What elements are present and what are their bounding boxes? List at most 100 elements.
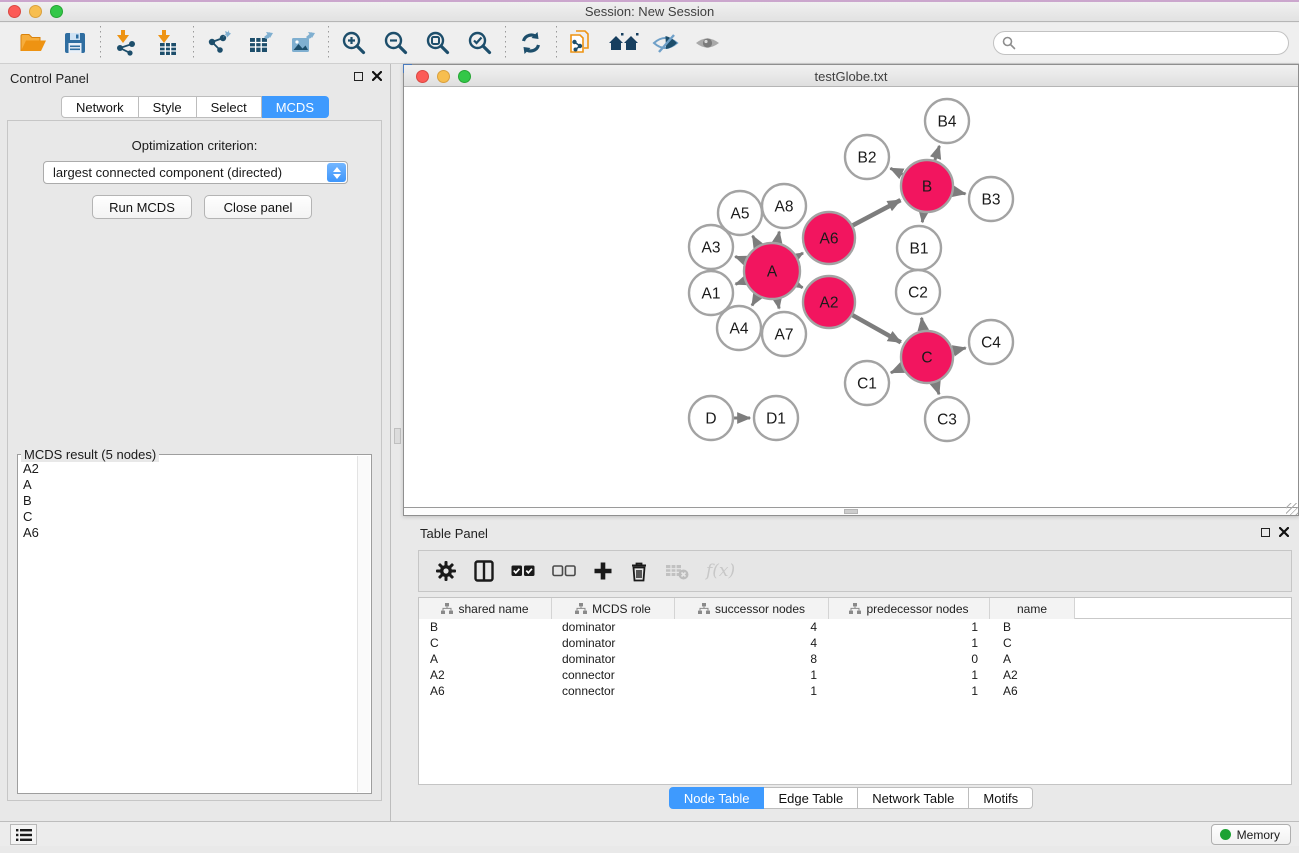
table-row[interactable]: Bdominator41B — [419, 619, 1291, 635]
close-panel-icon[interactable] — [372, 71, 382, 81]
mcds-result-item[interactable]: A2 — [21, 461, 355, 477]
table-row[interactable]: A2connector11A2 — [419, 667, 1291, 683]
graph-edge-A6-B[interactable] — [852, 200, 901, 226]
table-settings-button[interactable] — [435, 560, 457, 582]
column-header-name[interactable]: name — [990, 598, 1075, 619]
mcds-result-item[interactable]: C — [21, 509, 355, 525]
float-table-panel-icon[interactable] — [1261, 528, 1270, 537]
table-cell[interactable]: 1 — [829, 683, 990, 699]
table-select-all-columns-button[interactable] — [511, 565, 535, 577]
column-header-predecessor-nodes[interactable]: predecessor nodes — [829, 598, 990, 619]
graph-edge-A-A8[interactable] — [777, 232, 779, 244]
close-table-panel-icon[interactable] — [1279, 527, 1289, 537]
run-mcds-button[interactable]: Run MCDS — [92, 195, 192, 219]
graph-edge-A-A5[interactable] — [753, 236, 759, 247]
table-row[interactable]: Adominator80A — [419, 651, 1291, 667]
zoom-out-button[interactable] — [375, 26, 417, 60]
graph-edge-B-B3[interactable] — [953, 191, 966, 194]
zoom-fit-button[interactable] — [417, 26, 459, 60]
table-cell[interactable]: B — [990, 619, 1075, 635]
mcds-result-item[interactable]: A — [21, 477, 355, 493]
search-box[interactable] — [993, 31, 1289, 55]
save-session-button[interactable] — [54, 26, 96, 60]
column-header-successor-nodes[interactable]: successor nodes — [675, 598, 829, 619]
graph-edge-B-B2[interactable] — [890, 168, 903, 174]
table-row[interactable]: A6connector11A6 — [419, 683, 1291, 699]
graph-edge-C-C4[interactable] — [952, 348, 965, 351]
table-cell[interactable]: 4 — [675, 619, 829, 635]
table-cell[interactable]: 1 — [675, 683, 829, 699]
table-cell[interactable]: 4 — [675, 635, 829, 651]
open-session-button[interactable] — [12, 26, 54, 60]
table-add-column-button[interactable] — [593, 561, 613, 581]
column-header-MCDS-role[interactable]: MCDS role — [552, 598, 675, 619]
table-cell[interactable]: A6 — [990, 683, 1075, 699]
task-history-button[interactable] — [10, 824, 37, 845]
zoom-selected-button[interactable] — [459, 26, 501, 60]
export-network-button[interactable] — [198, 26, 240, 60]
float-panel-icon[interactable] — [354, 72, 363, 81]
graph-edge-A2-C[interactable] — [852, 315, 901, 343]
export-table-button[interactable] — [240, 26, 282, 60]
graph-edge-A-A4[interactable] — [752, 295, 758, 305]
graph-edge-C-C3[interactable] — [935, 382, 939, 395]
tab-mcds[interactable]: MCDS — [262, 96, 329, 118]
table-cell[interactable]: 1 — [829, 635, 990, 651]
tab-network-table[interactable]: Network Table — [858, 787, 969, 809]
tab-network[interactable]: Network — [61, 96, 139, 118]
table-cell[interactable]: 0 — [829, 651, 990, 667]
table-delete-columns-button[interactable] — [630, 561, 648, 582]
table-cell[interactable]: A2 — [990, 667, 1075, 683]
table-cell[interactable]: 1 — [829, 619, 990, 635]
tab-style[interactable]: Style — [139, 96, 197, 118]
network-canvas[interactable]: B4B2BB3A8A5A6A3B1AC2A1A2A4A7C4CC1DD1C3 — [404, 88, 1298, 507]
zoom-in-button[interactable] — [333, 26, 375, 60]
optimization-criterion-dropdown[interactable]: largest connected component (directed) — [43, 161, 348, 184]
refresh-layout-button[interactable] — [510, 26, 552, 60]
graph-edge-A-A3[interactable] — [735, 257, 746, 261]
show-all-button[interactable] — [687, 26, 729, 60]
table-deselect-all-columns-button[interactable] — [552, 565, 576, 577]
table-cell[interactable]: C — [990, 635, 1075, 651]
graph-edge-C-C1[interactable] — [891, 367, 903, 372]
table-cell[interactable]: 1 — [675, 667, 829, 683]
table-split-view-button[interactable] — [474, 560, 494, 582]
first-neighbors-button[interactable] — [603, 26, 645, 60]
table-cell[interactable]: A — [419, 651, 552, 667]
node-table[interactable]: shared nameMCDS rolesuccessor nodesprede… — [418, 597, 1292, 785]
graph-edge-C-C2[interactable] — [922, 318, 924, 331]
table-cell[interactable]: C — [419, 635, 552, 651]
export-image-button[interactable] — [282, 26, 324, 60]
network-resize-handle[interactable] — [1286, 503, 1298, 515]
table-cell[interactable]: 1 — [829, 667, 990, 683]
network-window-titlebar[interactable]: testGlobe.txt — [404, 65, 1298, 87]
mcds-result-item[interactable]: B — [21, 493, 355, 509]
table-cell[interactable]: dominator — [552, 635, 675, 651]
tab-select[interactable]: Select — [197, 96, 262, 118]
graph-edge-A-A1[interactable] — [736, 281, 746, 285]
mcds-result-scrollbar[interactable] — [357, 456, 370, 792]
search-input[interactable] — [1016, 34, 1288, 52]
network-divider-grip[interactable] — [844, 509, 858, 514]
table-cell[interactable]: 8 — [675, 651, 829, 667]
close-panel-button[interactable]: Close panel — [204, 195, 312, 219]
tab-edge-table[interactable]: Edge Table — [764, 787, 858, 809]
table-cell[interactable]: dominator — [552, 651, 675, 667]
table-cell[interactable]: A — [990, 651, 1075, 667]
graph-edge-B-B1[interactable] — [922, 212, 923, 222]
table-cell[interactable]: dominator — [552, 619, 675, 635]
mcds-result-item[interactable]: A6 — [21, 525, 355, 541]
table-cell[interactable]: connector — [552, 667, 675, 683]
graph-edge-B-B4[interactable] — [935, 146, 940, 161]
import-network-button[interactable] — [105, 26, 147, 60]
tab-motifs[interactable]: Motifs — [969, 787, 1033, 809]
table-cell[interactable]: A2 — [419, 667, 552, 683]
table-cell[interactable]: B — [419, 619, 552, 635]
network-from-selection-button[interactable] — [561, 26, 603, 60]
table-row[interactable]: Cdominator41C — [419, 635, 1291, 651]
graph-edge-A-A7[interactable] — [777, 299, 779, 309]
panel-divider-grip[interactable] — [394, 428, 401, 444]
hide-selected-button[interactable] — [645, 26, 687, 60]
memory-button[interactable]: Memory — [1211, 824, 1291, 845]
column-header-shared-name[interactable]: shared name — [419, 598, 552, 619]
